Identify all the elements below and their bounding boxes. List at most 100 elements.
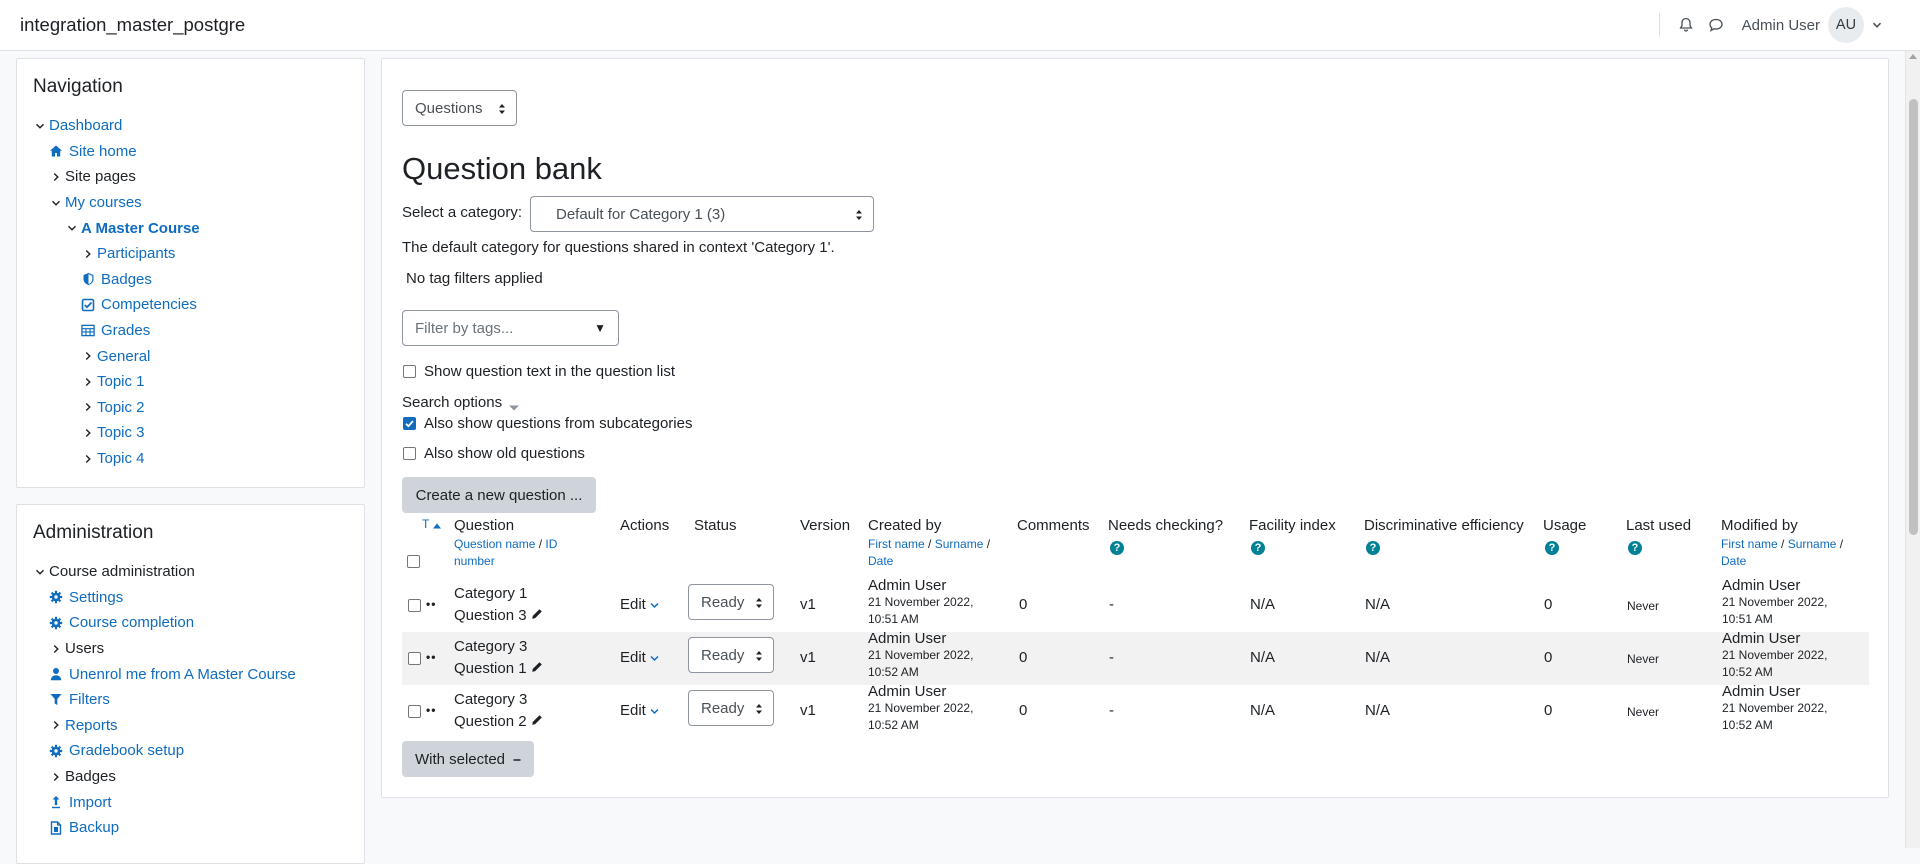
admin-item-import[interactable]: Import xyxy=(33,789,363,815)
nav-item-label[interactable]: Topic 4 xyxy=(97,450,145,467)
help-icon[interactable]: ? xyxy=(1628,541,1642,555)
admin-item-label[interactable]: Unenrol me from A Master Course xyxy=(69,666,296,683)
edit-menu[interactable]: Edit xyxy=(620,649,659,666)
comments-count[interactable]: 0 xyxy=(1019,596,1027,613)
nav-item-label[interactable]: Badges xyxy=(101,271,152,288)
sort-asc-icon[interactable] xyxy=(432,517,442,534)
dropdown-triangle-icon[interactable]: ▼ xyxy=(594,321,606,335)
nav-item-label[interactable]: General xyxy=(97,348,150,365)
chevron-right-icon[interactable] xyxy=(49,720,63,730)
old-questions-checkbox[interactable] xyxy=(403,447,416,460)
row-select-checkbox[interactable] xyxy=(408,652,421,665)
help-icon[interactable]: ? xyxy=(1251,541,1265,555)
admin-item-label[interactable]: Gradebook setup xyxy=(69,742,184,759)
nav-item-topic-1[interactable]: Topic 1 xyxy=(33,369,363,395)
edit-menu[interactable]: Edit xyxy=(620,596,659,613)
chevron-down-icon[interactable] xyxy=(650,708,659,715)
admin-item-users[interactable]: Users xyxy=(33,636,363,662)
chevron-right-icon[interactable] xyxy=(49,772,63,782)
nav-item-badges[interactable]: Badges xyxy=(33,267,363,293)
tag-filter-input[interactable]: Filter by tags... ▼ xyxy=(402,310,619,346)
edit-menu-label[interactable]: Edit xyxy=(620,649,646,666)
page-select[interactable]: Questions xyxy=(402,90,517,126)
admin-item-badges[interactable]: Badges xyxy=(33,764,363,790)
help-icon[interactable]: ? xyxy=(1366,541,1380,555)
nav-item-topic-3[interactable]: Topic 3 xyxy=(33,420,363,446)
show-question-text-label[interactable]: Show question text in the question list xyxy=(424,363,675,380)
admin-item-label[interactable]: Course completion xyxy=(69,614,194,631)
chevron-right-icon[interactable] xyxy=(81,454,95,464)
nav-item-my-courses[interactable]: My courses xyxy=(33,190,363,216)
subcategories-checkbox[interactable] xyxy=(403,417,416,430)
scroll-thumb[interactable] xyxy=(1909,99,1918,535)
select-all-checkbox[interactable] xyxy=(407,555,420,568)
status-select[interactable]: Ready xyxy=(688,690,774,726)
admin-item-gradebook-setup[interactable]: Gradebook setup xyxy=(33,738,363,764)
admin-item-backup[interactable]: Backup xyxy=(33,815,363,841)
edit-menu-label[interactable]: Edit xyxy=(620,596,646,613)
edit-menu[interactable]: Edit xyxy=(620,702,659,719)
nav-item-participants[interactable]: Participants xyxy=(33,241,363,267)
chevron-down-icon[interactable] xyxy=(1872,17,1882,34)
usage-count[interactable]: 0 xyxy=(1544,649,1552,666)
caret-down-icon[interactable] xyxy=(508,399,520,416)
nav-item-label[interactable]: Topic 1 xyxy=(97,373,145,390)
usage-count[interactable]: 0 xyxy=(1544,596,1552,613)
status-select[interactable]: Ready xyxy=(688,584,774,620)
admin-item-label[interactable]: Reports xyxy=(65,717,118,734)
chevron-down-icon[interactable] xyxy=(65,223,79,233)
nav-item-label[interactable]: Topic 3 xyxy=(97,424,145,441)
nav-item-site-home[interactable]: Site home xyxy=(33,139,363,165)
subcategories-label[interactable]: Also show questions from subcategories xyxy=(424,415,692,432)
chevron-right-icon[interactable] xyxy=(81,377,95,387)
admin-item-label[interactable]: Import xyxy=(69,794,112,811)
chevron-right-icon[interactable] xyxy=(81,428,95,438)
sort-question-name[interactable]: Question name xyxy=(454,537,535,551)
sort-modified-surname[interactable]: Surname xyxy=(1788,537,1837,551)
chevron-right-icon[interactable] xyxy=(81,249,95,259)
category-select[interactable]: Default for Category 1 (3) xyxy=(530,196,874,232)
nav-item-label[interactable]: My courses xyxy=(65,194,142,211)
sort-created-first-name[interactable]: First name xyxy=(868,537,925,551)
chevron-right-icon[interactable] xyxy=(81,402,95,412)
nav-item-label[interactable]: Topic 2 xyxy=(97,399,145,416)
nav-item-label[interactable]: Site home xyxy=(69,143,137,160)
comments-count[interactable]: 0 xyxy=(1019,702,1027,719)
chevron-right-icon[interactable] xyxy=(81,351,95,361)
sort-created-surname[interactable]: Surname xyxy=(935,537,984,551)
usage-count[interactable]: 0 xyxy=(1544,702,1552,719)
nav-item-course[interactable]: A Master Course xyxy=(33,215,363,241)
comments-count[interactable]: 0 xyxy=(1019,649,1027,666)
sort-type-header[interactable]: T xyxy=(422,517,429,531)
status-select[interactable]: Ready xyxy=(688,637,774,673)
chat-icon[interactable] xyxy=(1708,17,1724,33)
create-question-button[interactable]: Create a new question ... xyxy=(402,477,596,513)
admin-item-settings[interactable]: Settings xyxy=(33,585,363,611)
row-select-checkbox[interactable] xyxy=(408,705,421,718)
chevron-right-icon[interactable] xyxy=(49,172,63,182)
page-scrollbar[interactable] xyxy=(1905,51,1920,848)
nav-item-dashboard[interactable]: Dashboard xyxy=(33,113,363,139)
help-icon[interactable]: ? xyxy=(1110,541,1124,555)
help-icon[interactable]: ? xyxy=(1545,541,1559,555)
user-name[interactable]: Admin User xyxy=(1742,17,1820,34)
admin-item-unenrol[interactable]: Unenrol me from A Master Course xyxy=(33,661,363,687)
chevron-down-icon[interactable] xyxy=(33,121,47,131)
admin-item-course-completion[interactable]: Course completion xyxy=(33,610,363,636)
pencil-icon[interactable] xyxy=(531,661,543,673)
with-selected-label[interactable]: With selected xyxy=(415,751,505,768)
collapse-icon[interactable] xyxy=(513,751,521,768)
nav-item-site-pages[interactable]: Site pages xyxy=(33,164,363,190)
admin-item-course-administration[interactable]: Course administration xyxy=(33,559,363,585)
admin-item-reports[interactable]: Reports xyxy=(33,713,363,739)
admin-item-label[interactable]: Backup xyxy=(69,819,119,836)
edit-menu-label[interactable]: Edit xyxy=(620,702,646,719)
nav-item-label[interactable]: Competencies xyxy=(101,296,197,313)
nav-item-label[interactable]: Grades xyxy=(101,322,150,339)
nav-item-topic-2[interactable]: Topic 2 xyxy=(33,395,363,421)
search-options-toggle[interactable]: Search options xyxy=(402,394,502,411)
row-select-checkbox[interactable] xyxy=(408,599,421,612)
nav-item-competencies[interactable]: Competencies xyxy=(33,292,363,318)
with-selected-button[interactable]: With selected xyxy=(402,741,534,777)
pencil-icon[interactable] xyxy=(531,714,543,726)
